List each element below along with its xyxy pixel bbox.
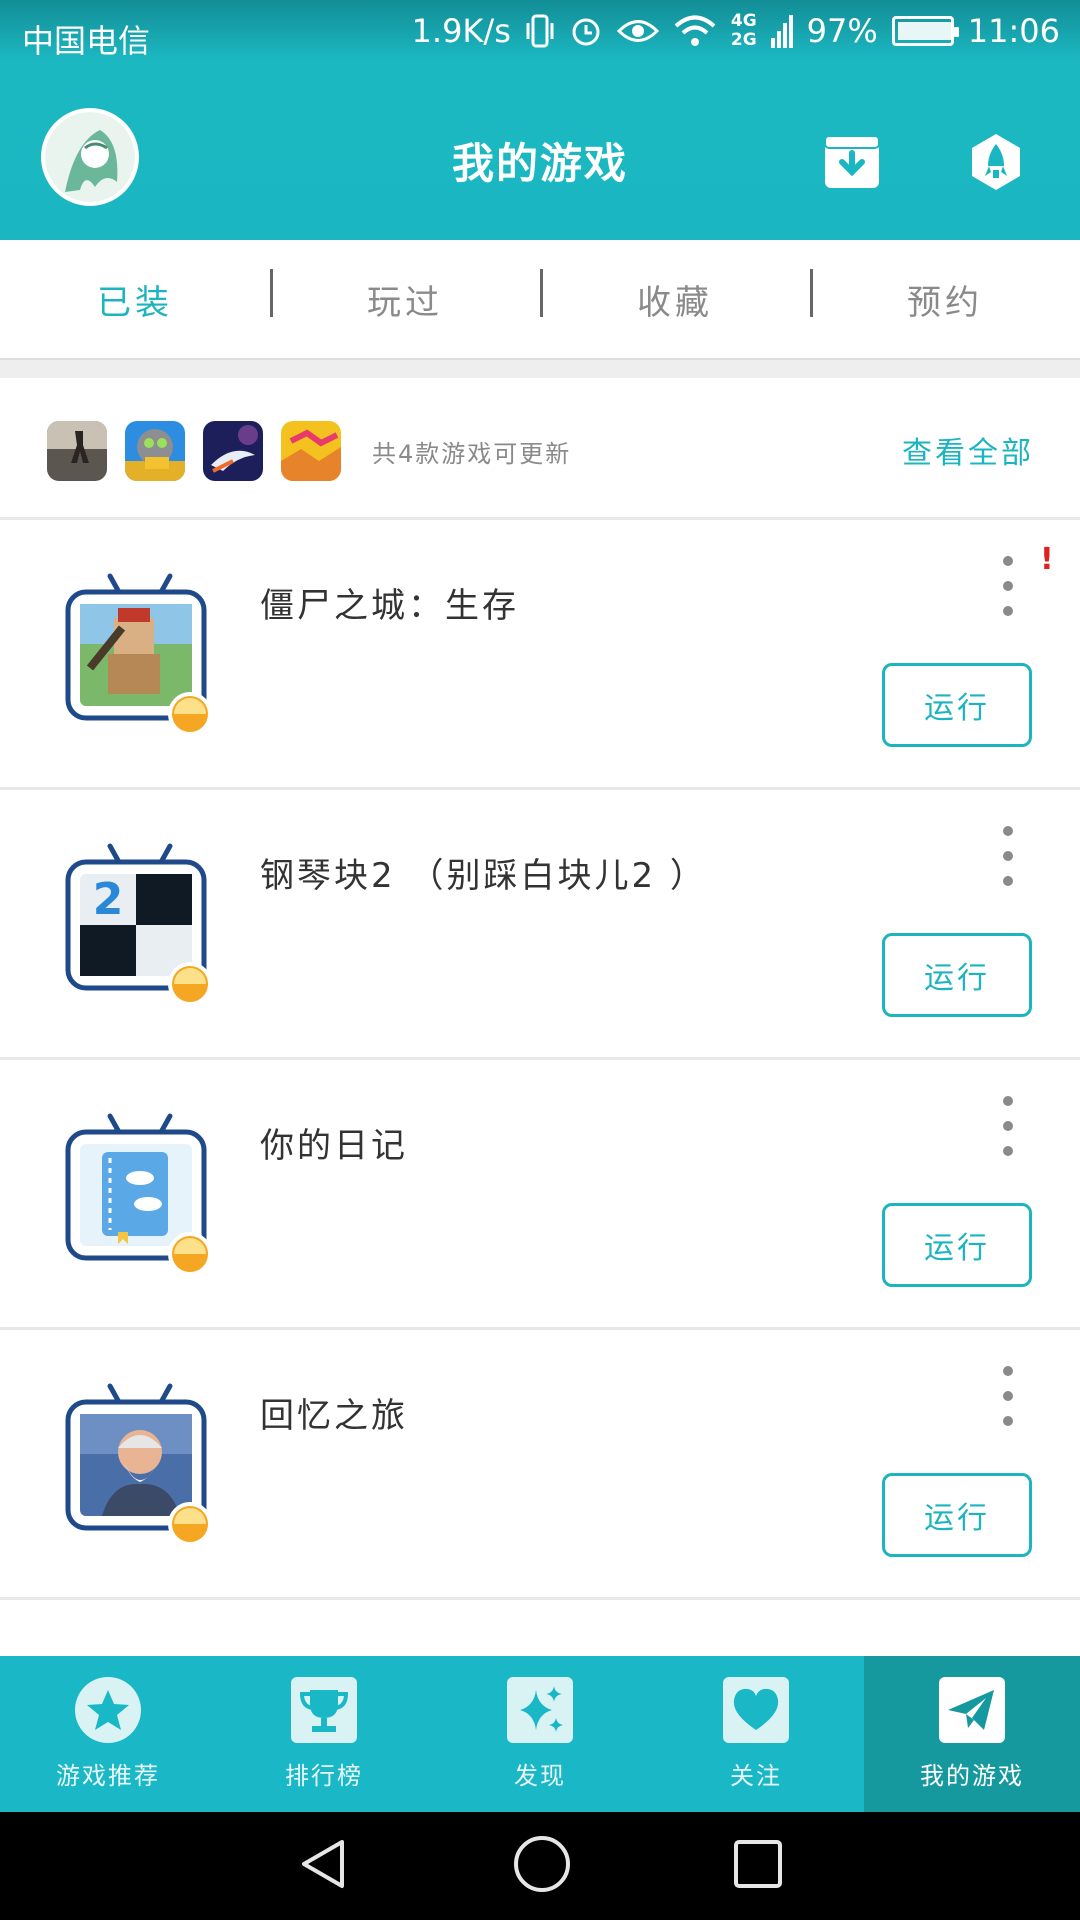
carrier-label: 中国电信 [22, 22, 151, 60]
speedup-button[interactable] [966, 132, 1026, 192]
tab-played[interactable]: 玩过 [270, 268, 540, 324]
status-bar: 中国电信 1.9K/s 4G 2G 97% 11:06 [0, 0, 1080, 74]
nav-label: 发现 [514, 1762, 566, 1790]
game-name: 钢琴块2 （别踩白块儿2 ） [260, 856, 707, 896]
wifi-icon [673, 15, 717, 47]
system-navigation-bar [0, 1812, 1080, 1920]
tab-reserved[interactable]: 预约 [810, 268, 1080, 324]
list-item[interactable]: 僵尸之城：生存 ! 运行 [0, 520, 1080, 790]
sparkle-icon [506, 1676, 574, 1744]
run-button[interactable]: 运行 [882, 933, 1032, 1017]
vibrate-icon [525, 13, 555, 49]
update-game-icon [203, 421, 263, 481]
paper-plane-icon [938, 1676, 1006, 1744]
bottom-navigation: 游戏推荐 排行榜 发现 关注 我的游戏 [0, 1656, 1080, 1812]
installed-game-list: 僵尸之城：生存 ! 运行 2 钢琴块2 （别踩白块儿2 ） 运行 你的日记 运行… [0, 520, 1080, 1600]
update-game-icon [47, 421, 107, 481]
download-box-icon [824, 135, 880, 188]
app-header: 我的游戏 [0, 74, 1080, 240]
alarm-icon [569, 14, 603, 48]
heart-icon [722, 1676, 790, 1744]
game-name: 僵尸之城：生存 [260, 586, 519, 626]
game-icon [62, 1108, 218, 1276]
tab-favorites[interactable]: 收藏 [540, 268, 810, 324]
nav-recommend[interactable]: 游戏推荐 [0, 1656, 216, 1812]
top-bar: 中国电信 1.9K/s 4G 2G 97% 11:06 我的游戏 [0, 0, 1080, 240]
rocket-icon [972, 134, 1020, 190]
battery-icon [891, 16, 959, 46]
run-button[interactable]: 运行 [882, 1473, 1032, 1557]
run-button[interactable]: 运行 [882, 1203, 1032, 1287]
recent-apps-icon[interactable] [732, 1838, 784, 1894]
tab-installed[interactable]: 已装 [0, 275, 270, 324]
game-name: 回忆之旅 [260, 1396, 408, 1436]
network-speed: 1.9K/s [411, 12, 511, 50]
list-item[interactable]: 你的日记 运行 [0, 1060, 1080, 1330]
clock: 11:06 [967, 12, 1060, 50]
nav-follow[interactable]: 关注 [648, 1656, 864, 1812]
update-game-icon [125, 421, 185, 481]
back-icon[interactable] [296, 1836, 352, 1896]
nav-discover[interactable]: 发现 [432, 1656, 648, 1812]
run-button[interactable]: 运行 [882, 663, 1032, 747]
game-icon [62, 568, 218, 736]
update-banner[interactable]: 共4款游戏可更新 查看全部 [0, 378, 1080, 520]
nav-ranking[interactable]: 排行榜 [216, 1656, 432, 1812]
more-options-icon[interactable] [996, 1366, 1020, 1426]
page-title: 我的游戏 [451, 139, 628, 188]
nav-my-games[interactable]: 我的游戏 [864, 1656, 1080, 1812]
game-icon: 2 [62, 838, 218, 1006]
list-item[interactable]: 回忆之旅 运行 [0, 1330, 1080, 1600]
more-options-icon[interactable] [996, 1096, 1020, 1156]
more-options-icon[interactable] [996, 556, 1020, 616]
trophy-icon [290, 1676, 358, 1744]
battery-percent: 97% [806, 12, 878, 50]
home-icon[interactable] [512, 1834, 572, 1898]
nav-label: 关注 [730, 1762, 782, 1790]
eye-icon [616, 16, 659, 46]
game-icon [62, 1378, 218, 1546]
signal-icon [770, 14, 793, 48]
list-item[interactable]: 2 钢琴块2 （别踩白块儿2 ） 运行 [0, 790, 1080, 1060]
star-icon [74, 1676, 142, 1744]
update-game-icon [281, 421, 341, 481]
tab-bar: 已装 玩过 收藏 预约 [0, 240, 1080, 360]
nav-label: 游戏推荐 [56, 1762, 160, 1790]
nav-label: 排行榜 [285, 1762, 363, 1790]
update-count-text: 共4款游戏可更新 [372, 440, 572, 468]
update-alert-badge: ! [1040, 542, 1054, 577]
game-name: 你的日记 [260, 1126, 408, 1166]
section-divider [0, 360, 1080, 378]
nav-label: 我的游戏 [920, 1762, 1024, 1790]
download-manager-button[interactable] [822, 132, 882, 192]
view-all-link[interactable]: 查看全部 [902, 428, 1034, 472]
more-options-icon[interactable] [996, 826, 1020, 886]
svg-text:2: 2 [93, 874, 124, 925]
network-type: 4G 2G [730, 11, 757, 50]
